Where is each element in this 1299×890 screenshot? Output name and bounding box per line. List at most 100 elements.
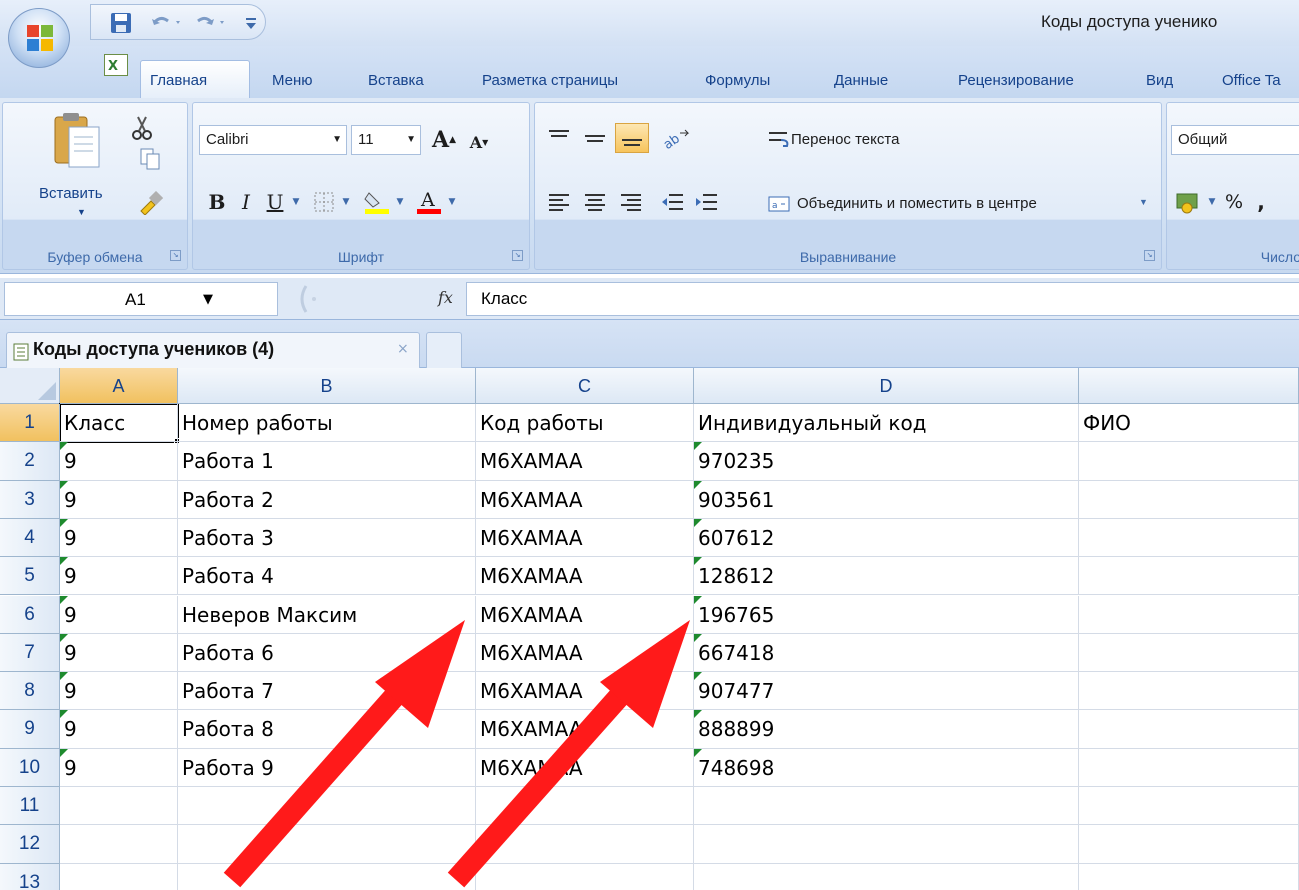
orientation-icon[interactable]: ab [657,123,697,153]
close-icon[interactable]: × [397,341,409,357]
column-header[interactable]: A [60,368,178,404]
borders-icon[interactable] [309,187,339,217]
row-header[interactable]: 7 [0,633,60,673]
align-center-icon[interactable] [579,187,611,217]
underline-dropdown-icon[interactable]: ▼ [289,187,303,217]
column-header[interactable]: D [694,368,1079,404]
table-cell[interactable]: 9 [60,518,178,558]
row-header[interactable]: 3 [0,480,60,519]
formula-input[interactable]: Класс [466,282,1299,316]
table-cell[interactable]: Работа 7 [178,672,476,711]
redo-icon[interactable] [191,9,231,37]
name-box[interactable]: A1 ▼ [4,282,278,316]
table-cell[interactable] [694,787,1079,826]
number-format-combo[interactable]: Общий [1171,125,1299,155]
table-cell[interactable]: 9 [60,442,178,481]
table-cell[interactable]: 9 [60,557,178,596]
currency-dropdown-icon[interactable]: ▼ [1205,187,1219,217]
increase-indent-icon[interactable] [691,187,723,217]
table-cell[interactable]: 607612 [694,518,1079,558]
table-cell[interactable]: 888899 [694,710,1079,749]
table-cell[interactable]: Работа 1 [178,442,476,481]
table-cell[interactable] [1079,633,1299,673]
header-cell[interactable]: Класс [60,404,178,443]
decrease-font-icon[interactable]: A ▼ [465,127,493,157]
copy-icon[interactable] [139,147,161,171]
tab-page-layout[interactable]: Разметка страницы [482,72,618,89]
row-header[interactable]: 1 [0,404,60,443]
tab-view[interactable]: Вид [1146,72,1173,89]
table-cell[interactable] [1079,863,1299,890]
header-cell[interactable]: Код работы [476,404,694,443]
align-bottom-icon[interactable] [615,123,649,153]
table-cell[interactable] [1079,672,1299,711]
table-cell[interactable] [178,787,476,826]
office-button[interactable] [8,8,70,68]
row-header[interactable]: 5 [0,557,60,596]
table-cell[interactable]: 9 [60,480,178,519]
table-cell[interactable] [694,825,1079,864]
select-all-button[interactable] [0,368,60,404]
table-cell[interactable]: 903561 [694,480,1079,519]
borders-dropdown-icon[interactable]: ▼ [339,187,353,217]
table-cell[interactable]: Работа 9 [178,748,476,787]
table-cell[interactable]: 196765 [694,595,1079,634]
workbook-tab[interactable]: Коды доступа учеников (4) × [6,332,420,368]
table-cell[interactable]: M6XAMAA [476,442,694,481]
column-header[interactable]: C [476,368,694,404]
table-cell[interactable]: 970235 [694,442,1079,481]
table-cell[interactable]: Работа 2 [178,480,476,519]
table-cell[interactable] [694,863,1079,890]
column-header[interactable]: B [178,368,476,404]
font-name-combo[interactable]: Calibri ▼ [199,125,347,155]
row-header[interactable]: 2 [0,442,60,481]
table-cell[interactable] [476,863,694,890]
table-cell[interactable]: 9 [60,710,178,749]
row-header[interactable]: 4 [0,518,60,558]
merge-dropdown-icon[interactable]: ▼ [1139,197,1148,207]
table-cell[interactable]: 907477 [694,672,1079,711]
tab-formulas[interactable]: Формулы [705,72,770,89]
table-cell[interactable] [1079,442,1299,481]
header-cell[interactable]: Номер работы [178,404,476,443]
align-top-icon[interactable] [543,123,575,153]
currency-format-icon[interactable] [1173,187,1205,217]
font-color-icon[interactable]: A [413,187,445,217]
chevron-down-icon[interactable]: ▼ [203,292,213,307]
table-cell[interactable] [1079,595,1299,634]
table-cell[interactable] [1079,748,1299,787]
table-cell[interactable]: Работа 4 [178,557,476,596]
row-header[interactable]: 11 [0,787,60,826]
align-middle-icon[interactable] [579,123,611,153]
table-cell[interactable]: M6XAMAA [476,518,694,558]
table-cell[interactable] [60,825,178,864]
table-cell[interactable] [178,863,476,890]
new-tab-button[interactable] [426,332,462,368]
underline-button[interactable]: U [261,187,289,217]
comma-style-icon[interactable]: , [1251,187,1271,217]
table-cell[interactable] [476,787,694,826]
insert-function-icon[interactable]: fx [438,288,453,307]
table-cell[interactable] [1079,825,1299,864]
table-cell[interactable]: 9 [60,672,178,711]
italic-button[interactable]: I [233,187,259,217]
table-cell[interactable]: M6XAMAA [476,710,694,749]
table-cell[interactable] [1079,557,1299,596]
font-launcher-icon[interactable]: ↘ [512,250,523,261]
table-cell[interactable] [178,825,476,864]
row-header[interactable]: 13 [0,863,60,890]
header-cell[interactable]: Индивидуальный код [694,404,1079,443]
row-header[interactable]: 12 [0,825,60,864]
decrease-indent-icon[interactable] [657,187,689,217]
table-cell[interactable] [1079,787,1299,826]
increase-font-icon[interactable]: A ▲ [429,125,459,155]
row-header[interactable]: 6 [0,595,60,634]
tab-review[interactable]: Рецензирование [958,72,1074,89]
tab-office-tab[interactable]: Office Ta [1222,72,1281,89]
customize-qat-icon[interactable] [241,9,261,37]
percent-button[interactable]: % [1221,187,1247,217]
bold-button[interactable]: B [203,187,231,217]
table-cell[interactable]: Работа 6 [178,633,476,673]
table-cell[interactable] [60,863,178,890]
table-cell[interactable]: M6XAMAA [476,557,694,596]
